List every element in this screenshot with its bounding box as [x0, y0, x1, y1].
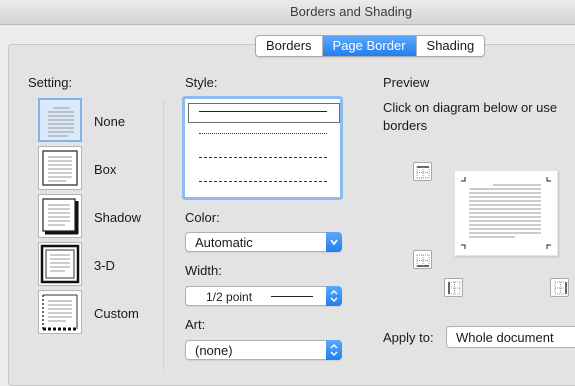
width-line-sample: [271, 296, 313, 297]
up-down-arrows-icon: [330, 344, 338, 356]
width-popup-arrows: [326, 286, 342, 306]
apply-to-label: Apply to:: [383, 330, 434, 345]
right-border-icon: [554, 281, 567, 295]
none-setting-icon: [48, 107, 74, 137]
top-border-icon: [416, 166, 430, 179]
preview-diagram[interactable]: [454, 170, 558, 256]
left-border-button[interactable]: [444, 278, 463, 297]
box-setting-icon: [42, 150, 78, 186]
preview-page-content: [461, 177, 551, 249]
setting-3d-button[interactable]: [38, 242, 82, 286]
shadow-setting-icon: [42, 198, 79, 235]
setting-custom-button[interactable]: [38, 290, 82, 334]
style-option-long-dashed[interactable]: [199, 181, 327, 182]
apply-to-value: Whole document: [456, 330, 554, 345]
setting-box-button[interactable]: [38, 146, 82, 190]
art-popup[interactable]: (none): [185, 340, 342, 360]
bottom-border-button[interactable]: [413, 250, 432, 269]
preview-instruction: Click on diagram below or use: [383, 100, 558, 115]
color-value: Automatic: [195, 235, 253, 250]
setting-box-label: Box: [94, 162, 117, 177]
art-value: (none): [195, 343, 233, 358]
3d-setting-icon: [40, 244, 80, 284]
right-border-button[interactable]: [550, 278, 569, 297]
preview-label: Preview: [383, 75, 430, 90]
up-down-arrows-icon: [330, 290, 338, 302]
window-title: Borders and Shading: [290, 4, 413, 19]
bottom-border-icon: [416, 254, 430, 267]
custom-setting-icon: [42, 294, 78, 331]
setting-shadow-button[interactable]: [38, 194, 82, 238]
art-popup-arrows: [326, 340, 342, 360]
style-label: Style:: [185, 75, 218, 90]
color-popup[interactable]: Automatic: [185, 232, 342, 252]
setting-none-button[interactable]: [38, 98, 82, 142]
color-popup-arrows: [326, 232, 342, 252]
preview-instruction-continued: borders: [383, 118, 428, 133]
color-label: Color:: [185, 210, 220, 225]
title-bar: Borders and Shading: [0, 0, 575, 25]
style-list[interactable]: [182, 96, 343, 200]
setting-3d-label: 3-D: [94, 258, 115, 273]
setting-shadow-label: Shadow: [94, 210, 141, 225]
width-label: Width:: [185, 263, 222, 278]
tab-borders[interactable]: Borders: [256, 36, 323, 56]
chevron-down-icon: [330, 239, 338, 246]
tab-bar: Borders Page Border Shading: [255, 35, 486, 57]
art-label: Art:: [185, 317, 206, 332]
width-value: 1/2 point: [206, 290, 253, 304]
style-option-dotted[interactable]: [199, 133, 327, 134]
tab-shading[interactable]: Shading: [416, 36, 485, 56]
setting-label: Setting:: [28, 75, 73, 90]
apply-to-popup[interactable]: Whole document: [446, 326, 575, 348]
width-popup[interactable]: 1/2 point: [185, 286, 342, 306]
setting-none-label: None: [94, 114, 126, 129]
style-option-dashed[interactable]: [199, 157, 327, 158]
column-divider: [163, 100, 164, 370]
top-border-button[interactable]: [413, 162, 432, 181]
style-option-solid[interactable]: [199, 111, 327, 112]
tab-page-border[interactable]: Page Border: [322, 36, 417, 56]
style-selection-outline: [188, 103, 340, 123]
setting-custom-label: Custom: [94, 306, 139, 321]
left-border-icon: [448, 281, 461, 295]
